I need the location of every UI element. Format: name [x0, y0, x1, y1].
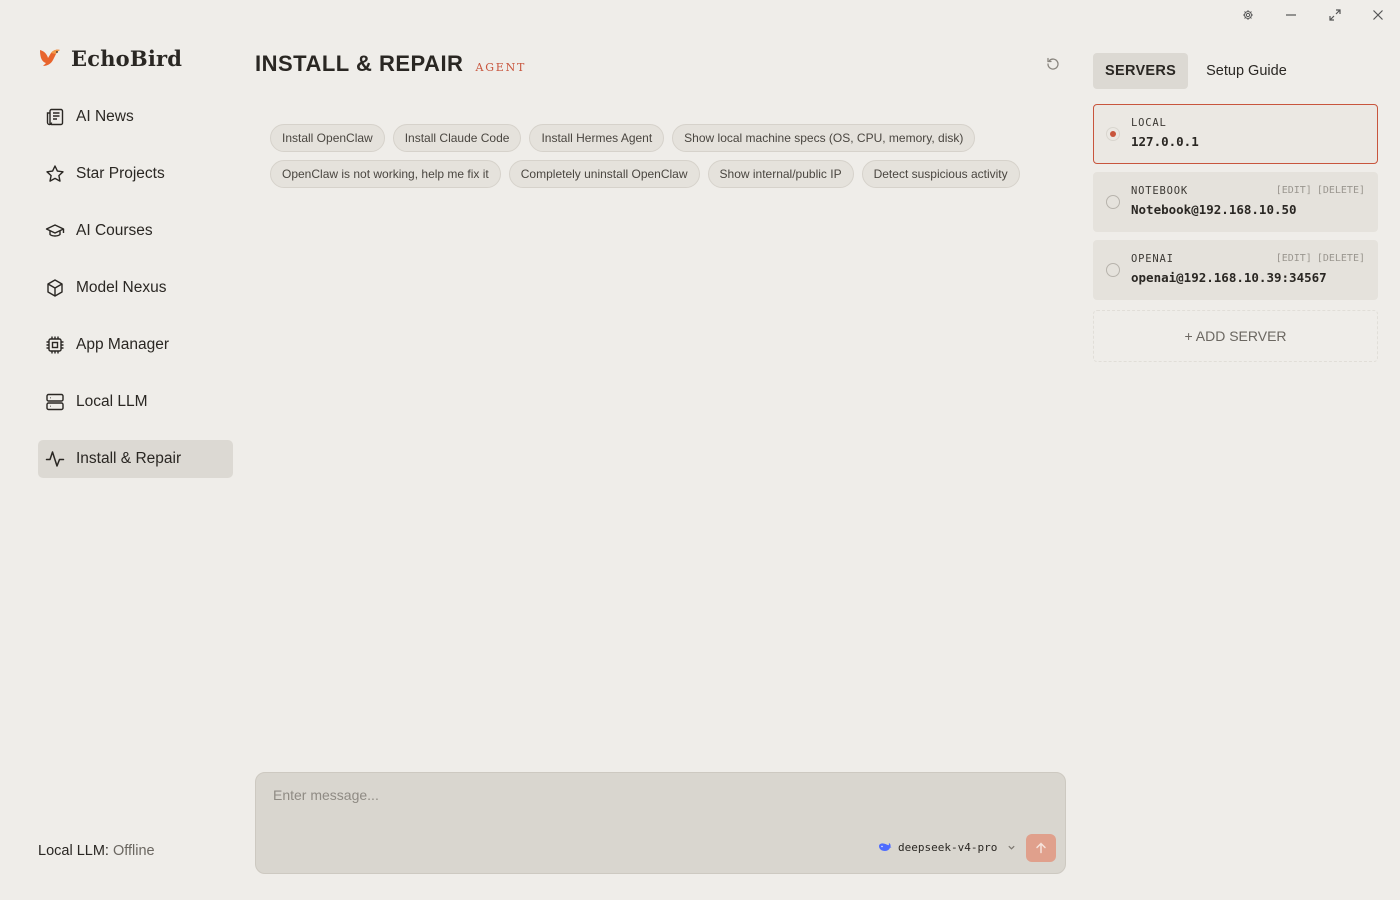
message-composer: deepseek-v4-pro [255, 772, 1066, 874]
server-name: LOCAL [1131, 117, 1167, 129]
activity-pulse-icon [45, 451, 65, 467]
maximize-icon[interactable] [1313, 0, 1357, 30]
page-header: INSTALL & REPAIR AGENT [255, 51, 526, 77]
refresh-icon[interactable] [1045, 56, 1061, 72]
suggestion-chips: Install OpenClaw Install Claude Code Ins… [270, 124, 1060, 188]
status-value: Offline [112, 843, 155, 859]
suggestion-chip[interactable]: Install Hermes Agent [529, 124, 665, 152]
sidebar-item-install-repair[interactable]: Install & Repair [38, 440, 233, 478]
edit-server-link[interactable]: [EDIT] [1276, 185, 1312, 196]
agent-badge: AGENT [475, 61, 527, 74]
bird-logo-icon [40, 49, 60, 66]
newspaper-icon [46, 108, 64, 126]
sidebar-item-label: Star Projects [76, 165, 165, 182]
cpu-chip-icon [46, 336, 64, 354]
sidebar-item-star-projects[interactable]: Star Projects [38, 155, 233, 193]
server-address: openai@192.168.10.39:34567 [1131, 270, 1327, 285]
local-llm-status: Local LLM: Offline [38, 843, 155, 859]
sidebar-item-local-llm[interactable]: Local LLM [38, 383, 233, 421]
suggestion-chip[interactable]: Install OpenClaw [270, 124, 385, 152]
sidebar-item-label: App Manager [76, 336, 170, 353]
settings-gear-icon[interactable] [1226, 0, 1270, 30]
minimize-icon[interactable] [1270, 0, 1314, 30]
suggestion-chip[interactable]: Detect suspicious activity [861, 160, 1020, 188]
page-title: INSTALL & REPAIR [255, 51, 464, 76]
server-address: 127.0.0.1 [1131, 134, 1199, 149]
sidebar-item-label: Local LLM [76, 393, 148, 410]
suggestion-chip[interactable]: OpenClaw is not working, help me fix it [270, 160, 501, 188]
sidebar-item-ai-courses[interactable]: AI Courses [38, 212, 233, 250]
arrow-up-icon [1036, 842, 1046, 854]
tab-servers[interactable]: SERVERS [1093, 53, 1189, 89]
server-radio[interactable] [1106, 127, 1120, 141]
suggestion-chip[interactable]: Show internal/public IP [707, 160, 854, 188]
window-controls [1226, 0, 1400, 30]
send-button[interactable] [1026, 834, 1056, 862]
right-panel-tabs: SERVERS Setup Guide [1093, 53, 1299, 89]
sidebar-item-label: AI News [76, 108, 134, 125]
server-actions: [EDIT] [DELETE] [1276, 253, 1365, 264]
deepseek-whale-icon [879, 843, 892, 851]
app-name: EchoBird [71, 45, 183, 71]
server-radio[interactable] [1106, 195, 1120, 209]
close-icon[interactable] [1357, 0, 1400, 30]
add-server-button[interactable]: + ADD SERVER [1093, 310, 1378, 362]
sidebar-nav: AI News Star Projects AI Courses Model N… [38, 98, 233, 497]
server-item-local[interactable]: LOCAL 127.0.0.1 [1093, 104, 1378, 164]
server-item-notebook[interactable]: NOTEBOOK [EDIT] [DELETE] Notebook@192.16… [1093, 172, 1378, 232]
sidebar-item-label: Install & Repair [76, 450, 182, 467]
server-name: NOTEBOOK [1131, 185, 1188, 197]
suggestion-chip[interactable]: Install Claude Code [392, 124, 522, 152]
server-actions: [EDIT] [DELETE] [1276, 185, 1365, 196]
tab-setup-guide[interactable]: Setup Guide [1194, 53, 1299, 89]
sidebar-item-model-nexus[interactable]: Model Nexus [38, 269, 233, 307]
suggestion-chip[interactable]: Completely uninstall OpenClaw [508, 160, 700, 188]
model-selector[interactable]: deepseek-v4-pro [878, 840, 1016, 854]
status-label: Local LLM: [38, 843, 109, 859]
sidebar-item-app-manager[interactable]: App Manager [38, 326, 233, 364]
sidebar-item-label: AI Courses [76, 222, 153, 239]
sidebar-item-label: Model Nexus [76, 279, 167, 296]
graduation-cap-icon [45, 224, 65, 237]
chevron-down-icon [1008, 845, 1015, 850]
server-address: Notebook@192.168.10.50 [1131, 202, 1297, 217]
cube-icon [47, 279, 63, 297]
model-name: deepseek-v4-pro [898, 840, 998, 854]
star-icon [46, 165, 64, 182]
server-item-openai[interactable]: OPENAI [EDIT] [DELETE] openai@192.168.10… [1093, 240, 1378, 300]
server-icon [46, 393, 64, 411]
server-name: OPENAI [1131, 253, 1174, 265]
edit-server-link[interactable]: [EDIT] [1276, 253, 1312, 264]
server-list: LOCAL 127.0.0.1 NOTEBOOK [EDIT] [DELETE]… [1093, 104, 1378, 362]
sidebar: EchoBird AI News Star Projects AI Course… [0, 0, 245, 900]
delete-server-link[interactable]: [DELETE] [1317, 253, 1365, 264]
sidebar-item-ai-news[interactable]: AI News [38, 98, 233, 136]
server-radio[interactable] [1106, 263, 1120, 277]
suggestion-chip[interactable]: Show local machine specs (OS, CPU, memor… [672, 124, 976, 152]
app-logo[interactable]: EchoBird [37, 44, 182, 72]
delete-server-link[interactable]: [DELETE] [1317, 185, 1365, 196]
message-input[interactable] [273, 787, 1043, 827]
